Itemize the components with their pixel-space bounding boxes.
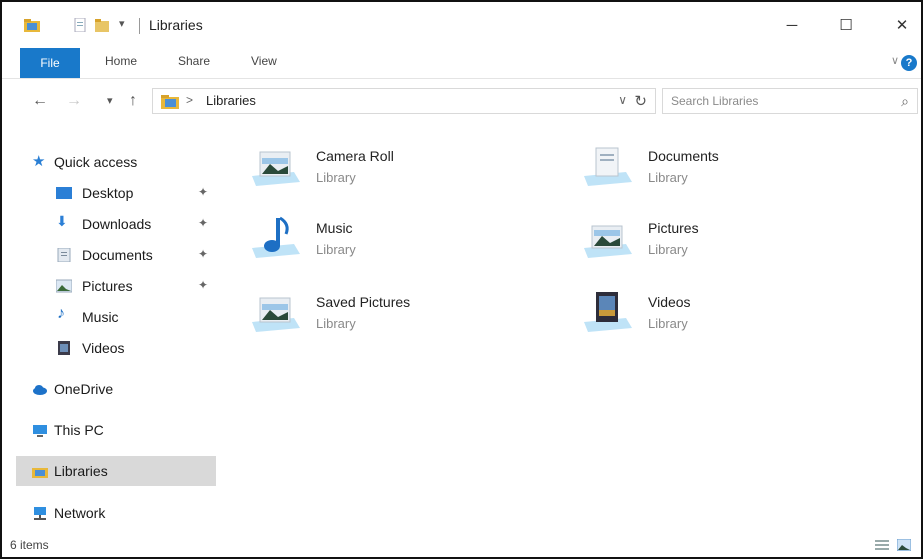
- details-view-icon[interactable]: [875, 539, 889, 551]
- search-placeholder: Search Libraries: [671, 94, 759, 108]
- search-input[interactable]: Search Libraries ⌕: [662, 88, 918, 114]
- network-icon: [34, 507, 46, 520]
- explorer-window: ▾ Libraries ─ ☐ ✕ File Home Share View ∨…: [0, 0, 923, 559]
- library-name: Camera Roll: [316, 148, 394, 164]
- search-icon[interactable]: ⌕: [901, 93, 909, 110]
- tab-file[interactable]: File: [20, 48, 80, 78]
- navigation-pane: ★ Quick access Desktop ✦ ⬇ Downloads ✦ D…: [2, 142, 220, 532]
- library-name: Music: [316, 220, 353, 236]
- libraries-folder-icon: [32, 468, 48, 478]
- sidebar-item-pictures[interactable]: Pictures ✦: [42, 271, 212, 301]
- sidebar-item-libraries[interactable]: Libraries: [16, 456, 216, 486]
- music-library-icon: [252, 216, 300, 258]
- sidebar-item-quick-access[interactable]: ★ Quick access: [32, 147, 212, 177]
- recent-locations-button[interactable]: ▾: [107, 94, 113, 107]
- help-icon[interactable]: ?: [901, 55, 917, 71]
- pin-icon[interactable]: ✦: [198, 216, 208, 230]
- libraries-folder-icon: [161, 95, 179, 109]
- title-bar: ▾ Libraries ─ ☐ ✕: [2, 2, 921, 48]
- saved-pictures-icon: [252, 297, 300, 332]
- library-grid: Camera Roll Library Documents Library Mu…: [232, 142, 912, 522]
- breadcrumb-chevron-icon[interactable]: >: [186, 93, 193, 107]
- download-icon: ⬇: [56, 213, 68, 229]
- minimize-button[interactable]: ─: [772, 12, 812, 40]
- forward-button[interactable]: →: [66, 92, 82, 110]
- close-button[interactable]: ✕: [882, 12, 921, 40]
- breadcrumb-libraries[interactable]: Libraries: [206, 93, 256, 108]
- properties-icon[interactable]: [72, 18, 88, 32]
- address-dropdown-icon[interactable]: ∨: [618, 93, 627, 107]
- sidebar-item-videos[interactable]: Videos: [42, 333, 212, 363]
- desktop-icon: [56, 187, 72, 199]
- title-separator: [139, 18, 140, 34]
- library-name: Videos: [648, 294, 691, 310]
- up-button[interactable]: ↑: [129, 92, 137, 110]
- documents-icon: [57, 248, 71, 262]
- library-name: Saved Pictures: [316, 294, 411, 310]
- list-item[interactable]: Documents Library: [564, 142, 864, 206]
- pin-icon[interactable]: ✦: [198, 278, 208, 292]
- new-folder-icon[interactable]: [94, 18, 110, 32]
- library-name: Documents: [648, 148, 719, 164]
- sidebar-item-downloads[interactable]: ⬇ Downloads ✦: [42, 209, 212, 239]
- customize-toolbar-icon[interactable]: ▾: [119, 17, 125, 30]
- computer-icon: [33, 425, 47, 437]
- expand-ribbon-icon[interactable]: ∨: [891, 54, 899, 67]
- list-item[interactable]: Saved Pictures Library: [232, 288, 532, 352]
- sidebar-item-this-pc[interactable]: This PC: [32, 415, 212, 445]
- sidebar-item-desktop[interactable]: Desktop ✦: [42, 178, 212, 208]
- item-count: 6 items: [10, 538, 49, 552]
- library-name: Pictures: [648, 220, 699, 236]
- pin-icon[interactable]: ✦: [198, 185, 208, 199]
- tab-share[interactable]: Share: [178, 54, 210, 68]
- list-item[interactable]: Videos Library: [564, 288, 864, 352]
- sidebar-item-onedrive[interactable]: OneDrive: [32, 374, 212, 404]
- library-type: Library: [648, 316, 688, 331]
- pictures-icon: [56, 279, 72, 293]
- maximize-button[interactable]: ☐: [826, 12, 866, 40]
- window-title: Libraries: [149, 17, 203, 33]
- videos-icon: [58, 341, 70, 355]
- sidebar-item-documents[interactable]: Documents ✦: [42, 240, 212, 270]
- pictures-library-icon: [584, 225, 632, 258]
- onedrive-icon: [33, 385, 47, 395]
- pin-icon[interactable]: ✦: [198, 247, 208, 261]
- large-icons-view-icon[interactable]: [897, 539, 911, 551]
- tab-home[interactable]: Home: [105, 54, 137, 68]
- library-type: Library: [316, 242, 356, 257]
- address-toolbar: ← → ▾ ↑ > Libraries ∨ ↻ Search Libraries…: [2, 79, 921, 123]
- refresh-button[interactable]: ↻: [634, 92, 647, 110]
- library-type: Library: [316, 170, 356, 185]
- ribbon-tabs: File Home Share View ∨ ?: [2, 48, 921, 79]
- library-type: Library: [648, 242, 688, 257]
- address-bar[interactable]: > Libraries ∨ ↻: [152, 88, 656, 114]
- list-item[interactable]: Camera Roll Library: [232, 142, 532, 206]
- camera-roll-icon: [252, 151, 300, 186]
- sidebar-item-music[interactable]: ♪ Music: [42, 302, 212, 332]
- libraries-folder-icon: [24, 19, 40, 32]
- star-icon: ★: [32, 153, 46, 170]
- music-icon: ♪: [57, 305, 65, 322]
- list-item[interactable]: Pictures Library: [564, 214, 864, 278]
- videos-library-icon: [584, 292, 632, 332]
- back-button[interactable]: ←: [32, 92, 48, 110]
- tab-view[interactable]: View: [251, 54, 277, 68]
- list-item[interactable]: Music Library: [232, 214, 532, 278]
- library-type: Library: [316, 316, 356, 331]
- status-bar: 6 items: [2, 535, 921, 557]
- library-type: Library: [648, 170, 688, 185]
- documents-library-icon: [584, 147, 632, 186]
- sidebar-item-network[interactable]: Network: [32, 498, 212, 528]
